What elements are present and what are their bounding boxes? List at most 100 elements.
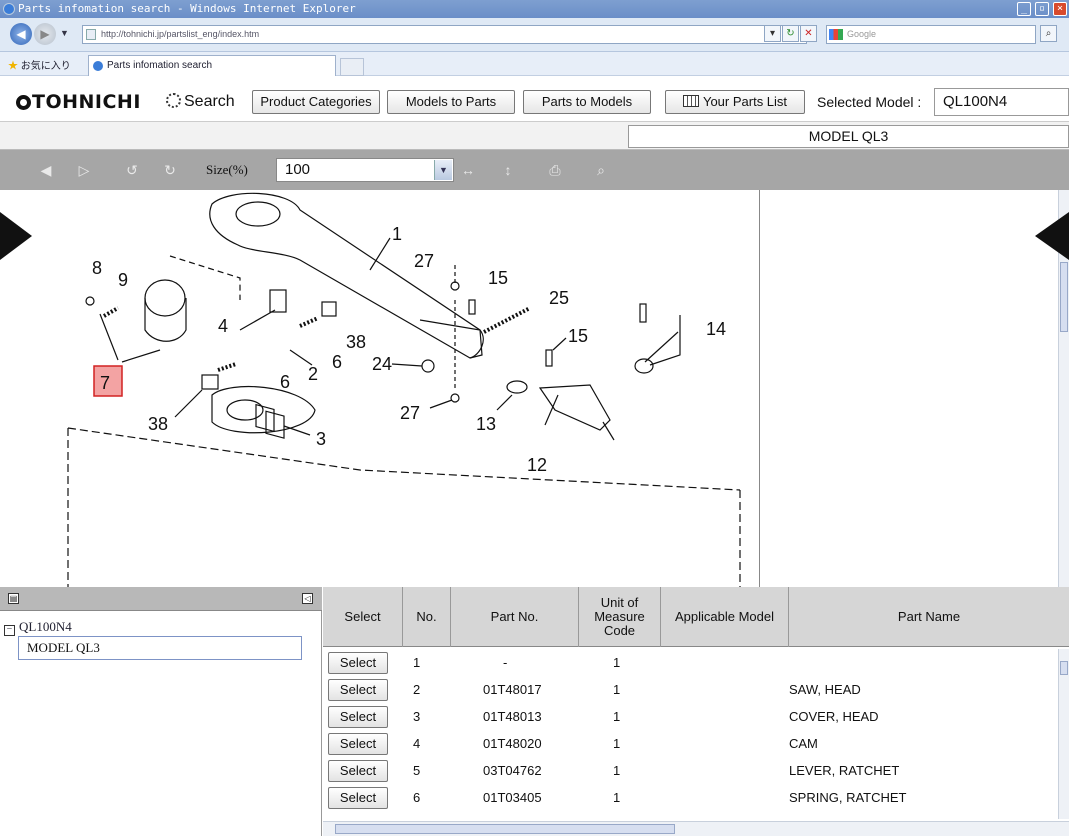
table-hscroll-thumb[interactable]	[335, 824, 675, 834]
next-page-icon[interactable]: ▷	[76, 162, 92, 178]
part-label-4[interactable]: 4	[218, 316, 228, 336]
search-go-icon[interactable]: ⌕	[1040, 25, 1057, 42]
cell-no: 3	[413, 709, 421, 724]
cell-part-no: 01T48020	[483, 736, 542, 751]
parts-diagram[interactable]: 1 2 3 4 6 6 7 8 9 12 13 14 15 15 24 25 2…	[0, 190, 760, 587]
part-label-27a[interactable]: 27	[414, 251, 434, 271]
cell-uom: 1	[613, 763, 621, 778]
favorites-label: お気に入り	[20, 61, 71, 72]
part-label-3[interactable]: 3	[316, 429, 326, 449]
panel-menu-icon[interactable]: ▤	[8, 593, 19, 604]
part-label-25[interactable]: 25	[549, 288, 569, 308]
model-tree-panel: ▤ ◁ − QL100N4 MODEL QL3	[0, 587, 322, 836]
cell-uom: 1	[613, 709, 621, 724]
part-label-15a[interactable]: 15	[488, 268, 508, 288]
history-dropdown-icon[interactable]: ▼	[60, 28, 69, 38]
table-row: Select 6 01T03405 1 SPRING, RATCHET	[323, 784, 1058, 811]
url-text: http://tohnichi.jp/partslist_eng/index.h…	[101, 29, 260, 39]
favorites-bar: ★ お気に入り Parts infomation search	[0, 52, 1069, 76]
col-no: No.	[403, 587, 451, 647]
parts-to-models-button[interactable]: Parts to Models	[523, 90, 651, 114]
tree-collapse-icon[interactable]: −	[4, 625, 15, 636]
cell-no: 2	[413, 682, 421, 697]
new-tab-button[interactable]	[340, 58, 364, 76]
collapse-left-arrow-icon[interactable]	[0, 212, 32, 260]
address-toolbar: ◀ ▶ ▼ http://tohnichi.jp/partslist_eng/i…	[0, 18, 1069, 52]
cell-uom: 1	[613, 655, 621, 670]
google-logo-icon	[829, 29, 843, 40]
panel-collapse-icon[interactable]: ◁	[302, 593, 313, 604]
part-label-27b[interactable]: 27	[400, 403, 420, 423]
table-body: Select 1 - 1 Select 2 01T48017 1 SAW, HE…	[323, 649, 1058, 819]
part-label-1[interactable]: 1	[392, 224, 402, 244]
part-label-14[interactable]: 14	[706, 319, 726, 339]
tohnichi-logo: TOHNICHI	[16, 91, 141, 113]
maximize-icon[interactable]: ▫	[1035, 2, 1049, 16]
fit-width-icon[interactable]: ↔	[460, 162, 476, 178]
part-label-7[interactable]: 7	[100, 373, 110, 393]
table-scrollbar-thumb[interactable]	[1060, 661, 1068, 675]
part-label-9[interactable]: 9	[118, 270, 128, 290]
cell-part-no: 01T48017	[483, 682, 542, 697]
prev-page-icon[interactable]: ◀	[38, 162, 54, 178]
cell-uom: 1	[613, 682, 621, 697]
table-scrollbar[interactable]	[1058, 649, 1069, 819]
search-label-text: Search	[184, 93, 235, 110]
product-categories-button[interactable]: Product Categories	[252, 90, 380, 114]
search-box[interactable]: Google	[826, 25, 1036, 44]
part-label-15b[interactable]: 15	[568, 326, 588, 346]
your-parts-list-button[interactable]: Your Parts List	[665, 90, 805, 114]
browser-tab[interactable]: Parts infomation search	[88, 55, 336, 76]
part-label-24[interactable]: 24	[372, 354, 392, 374]
rotate-right-icon[interactable]: ↻	[160, 162, 180, 178]
print-icon[interactable]: ⎙	[545, 162, 565, 178]
size-label: Size(%)	[206, 162, 248, 177]
minimize-icon[interactable]: _	[1017, 2, 1031, 16]
rotate-left-icon[interactable]: ↺	[122, 162, 142, 178]
diagram-scrollbar-thumb[interactable]	[1060, 262, 1068, 332]
expand-right-arrow-icon[interactable]	[1035, 212, 1069, 260]
print-preview-icon[interactable]: ⌕	[593, 162, 609, 178]
lever-shape	[538, 384, 611, 431]
part-label-2[interactable]: 2	[308, 364, 318, 384]
stop-icon[interactable]: ✕	[800, 25, 817, 42]
select-button[interactable]: Select	[328, 787, 388, 809]
url-field[interactable]: http://tohnichi.jp/partslist_eng/index.h…	[82, 25, 807, 44]
refresh-icon[interactable]: ↻	[782, 25, 799, 42]
page-icon	[86, 29, 96, 40]
close-icon[interactable]: ×	[1053, 2, 1067, 16]
parts-table: Select No. Part No. Unit of Measure Code…	[323, 587, 1069, 836]
select-button[interactable]: Select	[328, 760, 388, 782]
tree-root-label: QL100N4	[19, 619, 72, 634]
select-button[interactable]: Select	[328, 652, 388, 674]
part-label-6a[interactable]: 6	[332, 352, 342, 372]
search-engine-label: Google	[847, 29, 877, 39]
table-horizontal-scrollbar[interactable]	[323, 821, 1069, 836]
cell-uom: 1	[613, 736, 621, 751]
table-row: Select 1 - 1	[323, 649, 1058, 676]
fit-height-icon[interactable]: ↕	[500, 162, 516, 178]
col-part-name: Part Name	[897, 609, 961, 624]
cell-part-no: 01T48013	[483, 709, 542, 724]
part-label-6b[interactable]: 6	[280, 372, 290, 392]
tree-child-node[interactable]: MODEL QL3	[18, 636, 302, 660]
select-button[interactable]: Select	[328, 706, 388, 728]
tree-root-node[interactable]: − QL100N4	[4, 619, 72, 636]
favorites-button[interactable]: ★ お気に入り	[8, 57, 71, 72]
part-label-38a[interactable]: 38	[346, 332, 366, 352]
size-select[interactable]: 100 ▼	[276, 158, 454, 182]
forward-button[interactable]: ▶	[34, 23, 56, 45]
part-label-8[interactable]: 8	[92, 258, 102, 278]
select-button[interactable]: Select	[328, 679, 388, 701]
part-label-12[interactable]: 12	[527, 455, 547, 475]
part-label-38b[interactable]: 38	[148, 414, 168, 434]
table-header: Select No. Part No. Unit of Measure Code…	[323, 587, 1069, 647]
chevron-down-icon[interactable]: ▼	[434, 160, 452, 180]
part-label-13[interactable]: 13	[476, 414, 496, 434]
url-dropdown-icon[interactable]: ▾	[764, 25, 781, 42]
models-to-parts-button[interactable]: Models to Parts	[387, 90, 515, 114]
window-titlebar: Parts infomation search - Windows Intern…	[0, 0, 1069, 18]
back-button[interactable]: ◀	[10, 23, 32, 45]
select-button[interactable]: Select	[328, 733, 388, 755]
app-header: TOHNICHI Search Product Categories Model…	[0, 76, 1069, 122]
